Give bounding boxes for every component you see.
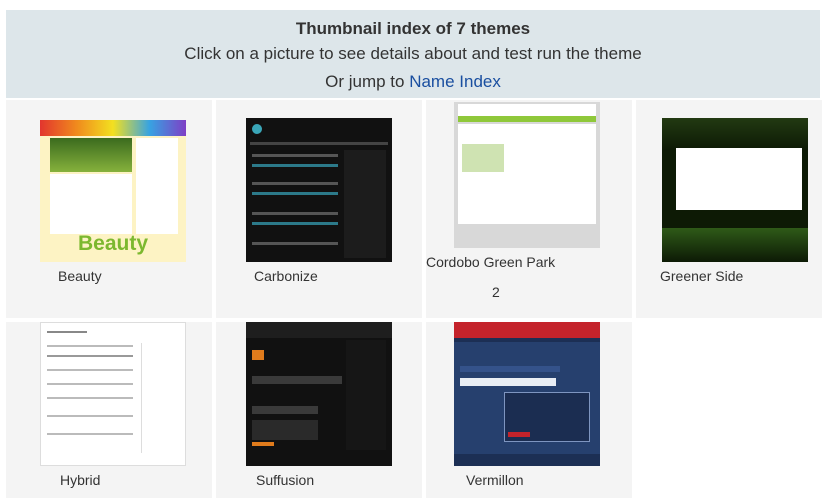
- theme-cell-suffusion[interactable]: Suffusion: [216, 322, 422, 498]
- thumb-line: [47, 433, 133, 435]
- thumb-line: [47, 397, 133, 399]
- thumb-bar: [460, 366, 560, 372]
- thumb-header: [662, 118, 808, 150]
- thumb-line: [252, 182, 338, 185]
- thumb-box: [252, 376, 342, 384]
- thumb-header: [246, 322, 392, 338]
- thumb-grass: [662, 228, 808, 262]
- thumb-footer: [454, 454, 600, 466]
- thumb-image: [462, 144, 504, 172]
- thumb-line: [252, 192, 338, 195]
- thumb-content: [676, 148, 802, 210]
- thumb-word: Beauty: [77, 232, 149, 255]
- thumb-sidebar: [141, 343, 180, 453]
- theme-name[interactable]: Cordobo Green Park: [426, 254, 555, 270]
- thumb-badge: [252, 350, 264, 360]
- thumb-content: [50, 174, 132, 234]
- thumb-box: [252, 406, 318, 414]
- thumb-line: [47, 383, 133, 385]
- thumb-sidebar: [346, 340, 386, 450]
- thumb-line: [47, 331, 87, 333]
- index-header: Thumbnail index of 7 themes Click on a p…: [6, 10, 820, 98]
- theme-cell-hybrid[interactable]: Hybrid: [6, 322, 212, 498]
- theme-name-line2[interactable]: 2: [492, 284, 500, 300]
- thumb-line: [252, 222, 338, 225]
- thumb-sidebar: [344, 150, 386, 258]
- thumb-line: [252, 212, 338, 215]
- thumb-content: [458, 124, 596, 224]
- hybrid-theme-thumbnail[interactable]: [40, 322, 186, 466]
- thumb-nav: [250, 142, 388, 145]
- thumb-button: [252, 442, 274, 446]
- theme-cell-greener-side[interactable]: Greener Side: [636, 100, 822, 318]
- thumb-button: [508, 432, 530, 437]
- theme-name[interactable]: Vermillon: [466, 472, 524, 488]
- thumb-header: [454, 322, 600, 338]
- beauty-theme-thumbnail[interactable]: Beauty: [40, 120, 186, 262]
- thumb-nav: [458, 116, 596, 122]
- thumb-image: [50, 138, 132, 172]
- theme-name[interactable]: Suffusion: [256, 472, 314, 488]
- theme-cell-cordobo[interactable]: Cordobo Green Park 2: [426, 100, 632, 318]
- theme-name[interactable]: Beauty: [58, 268, 102, 284]
- jump-line: Or jump to Name Index: [6, 68, 820, 96]
- name-index-link[interactable]: Name Index: [409, 72, 501, 91]
- thumb-input: [460, 378, 556, 386]
- thumb-line: [47, 415, 133, 417]
- cordobo-theme-thumbnail[interactable]: [454, 102, 600, 248]
- thumb-sidebar: [136, 138, 178, 234]
- thumb-line: [47, 345, 133, 347]
- carbonize-theme-thumbnail[interactable]: [246, 118, 392, 262]
- logo-icon: [252, 124, 262, 134]
- thumb-box: [252, 420, 318, 440]
- theme-cell-vermillon[interactable]: Vermillon: [426, 322, 632, 498]
- theme-name[interactable]: Greener Side: [660, 268, 743, 284]
- theme-cell-carbonize[interactable]: Carbonize: [216, 100, 422, 318]
- thumb-line: [252, 242, 338, 245]
- theme-cell-beauty[interactable]: Beauty Beauty: [6, 100, 212, 318]
- jump-prefix: Or jump to: [325, 72, 410, 91]
- vermillon-theme-thumbnail[interactable]: [454, 322, 600, 466]
- suffusion-theme-thumbnail[interactable]: [246, 322, 392, 466]
- thumb-header: [458, 104, 596, 116]
- thumb-nav: [454, 338, 600, 342]
- theme-name[interactable]: Carbonize: [254, 268, 318, 284]
- page-title: Thumbnail index of 7 themes: [295, 19, 531, 38]
- thumb-header-strip: [40, 120, 186, 136]
- instructions-text: Click on a picture to see details about …: [184, 44, 642, 63]
- thumb-line: [252, 154, 338, 157]
- theme-name[interactable]: Hybrid: [60, 472, 100, 488]
- thumb-line: [252, 164, 338, 167]
- thumb-line: [47, 369, 133, 371]
- thumb-line: [47, 355, 133, 357]
- greener-side-theme-thumbnail[interactable]: [662, 118, 808, 262]
